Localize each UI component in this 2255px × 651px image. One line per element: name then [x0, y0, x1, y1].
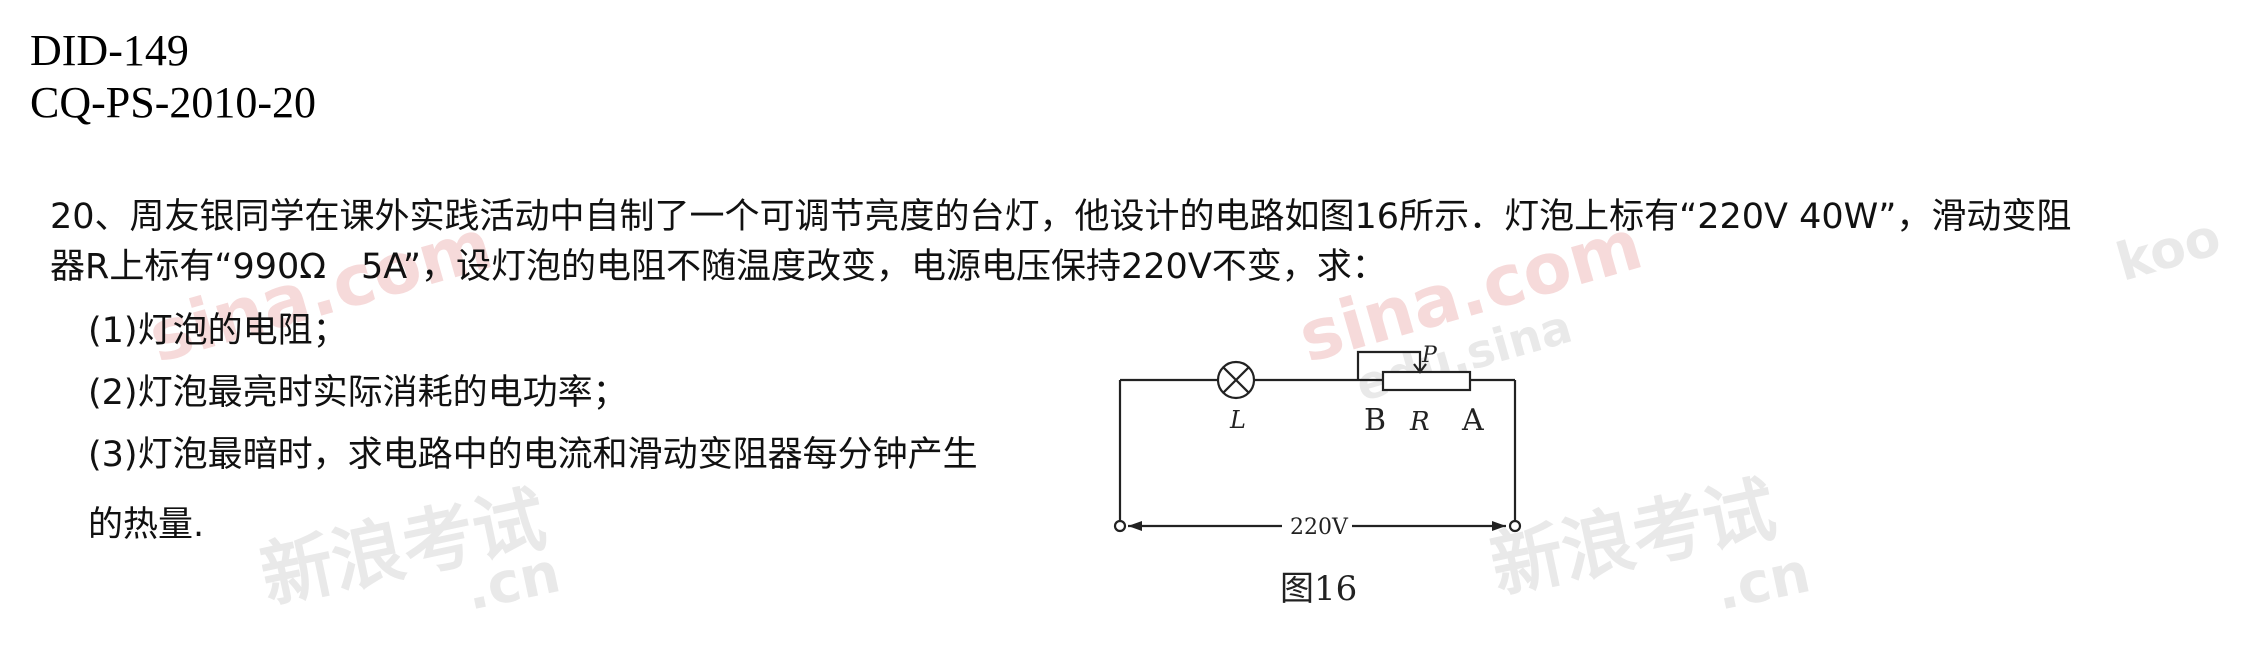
terminal-right	[1508, 519, 1522, 533]
arrowhead-left	[1128, 521, 1142, 531]
terminal-b-label: B	[1364, 403, 1386, 438]
question-text-line-2: 器R上标有“990Ω 5A”，设灯泡的电阻不随温度改变，电源电压保持220V不变…	[50, 247, 1387, 287]
sub-question-3: (3)灯泡最暗时，求电路中的电流和滑动变阻器每分钟产生	[88, 435, 978, 475]
terminal-left	[1113, 519, 1127, 533]
resistor-label: R	[1409, 407, 1430, 437]
figure-caption: 图16	[1280, 569, 1357, 609]
arrowhead-right	[1492, 521, 1506, 531]
sub-question-2: (2)灯泡最亮时实际消耗的电功率；	[88, 373, 628, 413]
document-id: DID-149	[30, 26, 189, 75]
watermark-text: koo	[2110, 207, 2228, 294]
voltage-label: 220V	[1290, 515, 1349, 540]
sub-question-1: (1)灯泡的电阻；	[88, 311, 348, 351]
question-text-line-1: 20、周友银同学在课外实践活动中自制了一个可调节亮度的台灯，他设计的电路如图16…	[50, 197, 2072, 237]
rheostat-resistor	[1381, 370, 1472, 392]
document-code: CQ-PS-2010-20	[30, 78, 317, 127]
sub-question-3-continued: 的热量.	[88, 505, 205, 545]
terminal-a-label: A	[1461, 403, 1484, 438]
circuit-diagram: L P B R A 220V 图16	[1113, 343, 1522, 609]
slider-label: P	[1421, 343, 1438, 368]
lamp-label: L	[1229, 406, 1246, 434]
